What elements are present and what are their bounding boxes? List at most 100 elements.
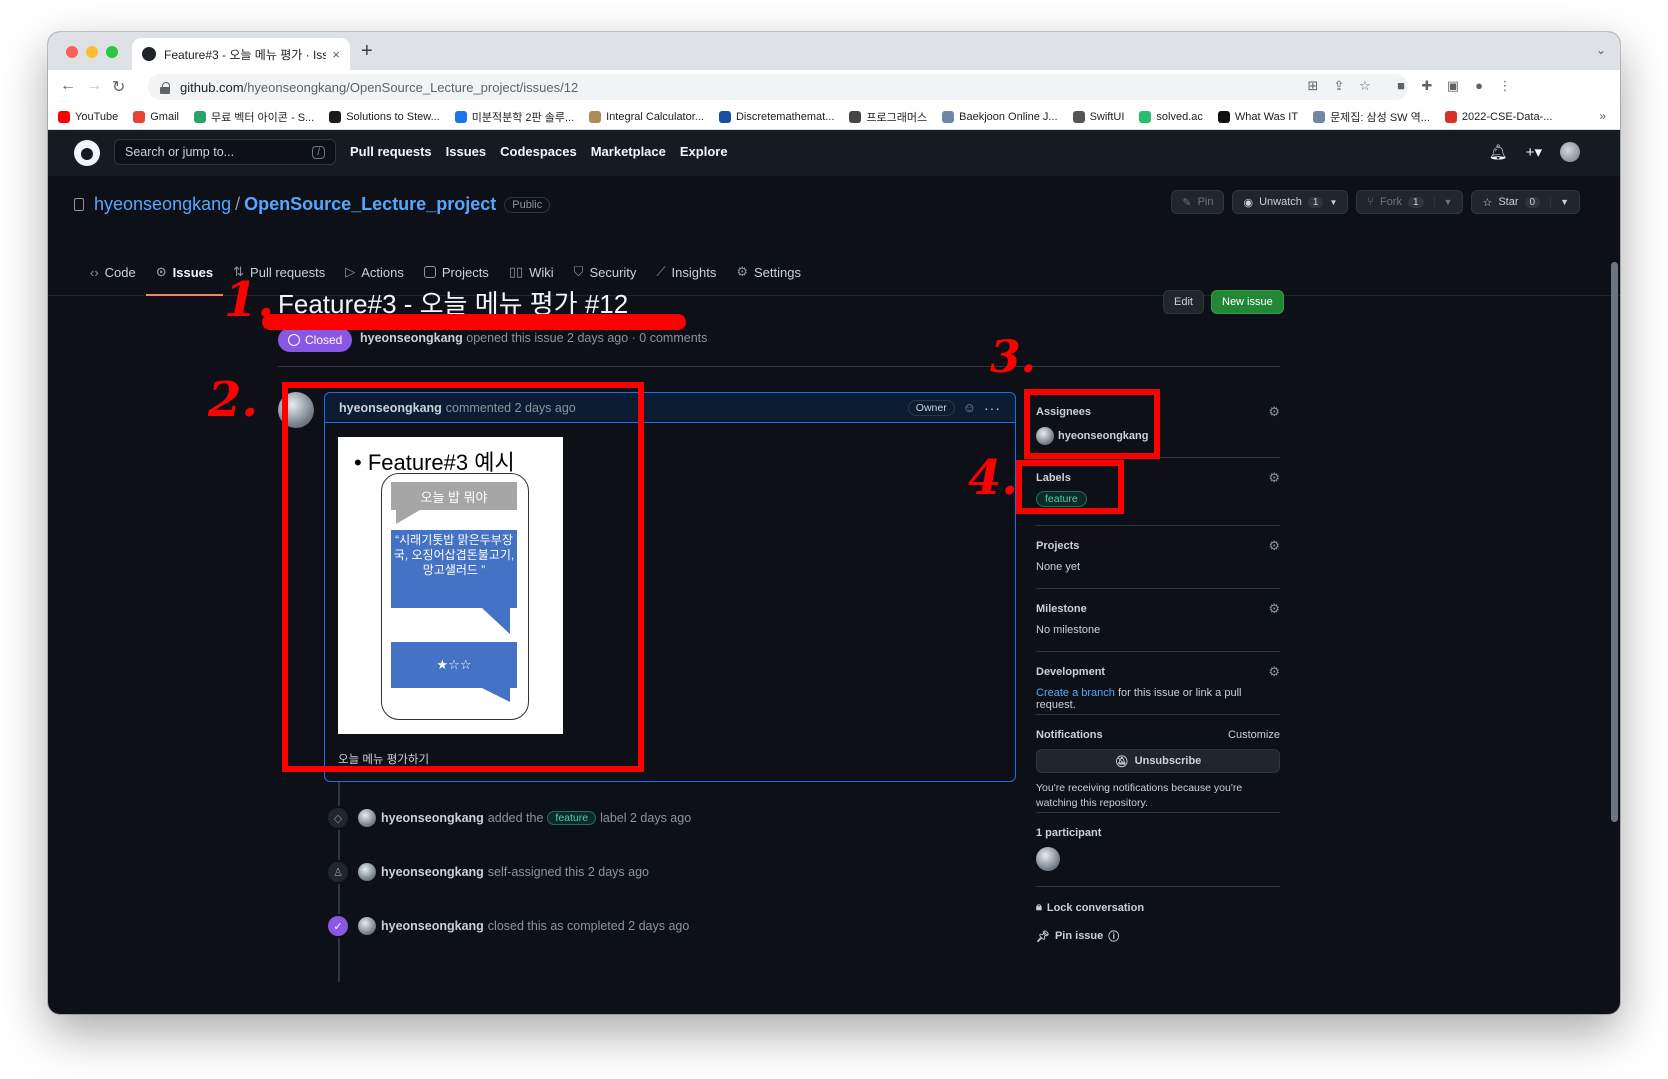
avatar[interactable] — [358, 917, 376, 935]
comment-options-kebab-icon[interactable]: ··· — [984, 400, 1001, 416]
gear-icon[interactable]: ⚙ — [1268, 470, 1280, 486]
table-icon — [423, 266, 436, 278]
fork-dropdown-icon[interactable]: ▼ — [1433, 197, 1452, 207]
unsubscribe-button[interactable]: 🔕︎ Unsubscribe — [1036, 749, 1280, 773]
url-host: github.com — [180, 79, 244, 95]
bookmark-item[interactable]: YouTube — [58, 110, 119, 123]
new-tab-button[interactable]: + — [361, 40, 373, 63]
unwatch-button[interactable]: ◉ Unwatch 1 ▼ — [1232, 190, 1349, 214]
nav-issues[interactable]: Issues — [446, 144, 486, 159]
bookmark-star-icon[interactable]: ☆ — [1358, 79, 1372, 93]
event-text: self-assigned this 2 days ago — [487, 865, 650, 879]
bookmark-item[interactable]: 미분적분학 2판 솔루... — [454, 109, 574, 125]
gear-icon[interactable]: ⚙ — [1268, 538, 1280, 554]
edit-button[interactable]: Edit — [1163, 290, 1204, 314]
event-author-link[interactable]: hyeonseongkang — [381, 919, 484, 933]
address-bar[interactable]: github.com/hyeonseongkang/OpenSource_Lec… — [148, 74, 1408, 100]
browser-tab-active[interactable]: Feature#3 - 오늘 메뉴 평가 · Issu × — [132, 38, 350, 70]
bookmark-item[interactable]: 프로그래머스 — [849, 109, 927, 125]
camera-icon[interactable]: ■ — [1394, 79, 1408, 93]
github-logo-icon[interactable] — [74, 140, 100, 166]
fork-button[interactable]: ⑂ Fork 1 ▼ — [1356, 190, 1464, 214]
github-header: Search or jump to... / Pull requests Iss… — [48, 130, 1620, 176]
forward-arrow-icon[interactable]: → — [86, 77, 102, 95]
avatar[interactable] — [358, 809, 376, 827]
bookmark-favicon-icon — [133, 110, 146, 123]
page-scrollbar[interactable] — [1611, 132, 1618, 952]
gear-icon[interactable]: ⚙ — [1268, 404, 1280, 420]
nav-codespaces[interactable]: Codespaces — [500, 144, 577, 159]
star-dropdown-icon[interactable]: ▼ — [1550, 197, 1569, 207]
nav-explore[interactable]: Explore — [680, 144, 728, 159]
side-panel-icon[interactable]: ▣ — [1446, 79, 1460, 93]
bookmark-item[interactable]: Solutions to Stew... — [329, 110, 440, 123]
share-icon[interactable]: ⇪ — [1332, 79, 1346, 93]
fork-label: Fork — [1379, 196, 1402, 208]
pin-button[interactable]: ✎ Pin — [1171, 190, 1225, 214]
bookmark-label: SwiftUI — [1089, 110, 1125, 123]
bookmark-item[interactable]: Gmail — [133, 110, 179, 123]
tab-search-chevron-icon[interactable]: ⌄ — [1596, 43, 1606, 57]
bookmark-item[interactable]: Discretemathemat... — [718, 110, 834, 123]
bookmark-item[interactable]: What Was IT — [1217, 110, 1298, 123]
translate-icon[interactable]: ⊞ — [1306, 79, 1320, 93]
pin-issue-link[interactable]: 📌︎ Pin issue ⓘ — [1036, 928, 1280, 944]
gear-icon[interactable]: ⚙ — [1268, 601, 1280, 617]
bookmark-item[interactable]: Integral Calculator... — [589, 110, 704, 123]
nav-pull-requests[interactable]: Pull requests — [350, 144, 432, 159]
reload-icon[interactable]: ↻ — [112, 77, 125, 97]
bookmark-label: YouTube — [75, 110, 119, 123]
unsubscribe-label: Unsubscribe — [1134, 755, 1202, 767]
bookmark-item[interactable]: solved.ac — [1139, 110, 1203, 123]
user-avatar[interactable] — [1560, 142, 1580, 162]
star-button[interactable]: ☆ Star 0 ▼ — [1471, 190, 1580, 214]
lock-icon — [160, 81, 170, 94]
create-new-menu[interactable]: +▾ — [1526, 143, 1542, 161]
issue-author-link[interactable]: hyeonseongkang — [360, 331, 463, 345]
bookmark-item[interactable]: 2022-CSE-Data-... — [1444, 110, 1552, 123]
tab-settings[interactable]: ⚙ Settings — [726, 248, 811, 296]
profile-icon[interactable]: ● — [1472, 79, 1486, 93]
new-issue-button[interactable]: New issue — [1211, 290, 1284, 314]
development-title[interactable]: Development — [1036, 652, 1280, 678]
reaction-smiley-icon[interactable]: ☺ — [963, 400, 976, 415]
projects-title[interactable]: Projects — [1036, 526, 1280, 552]
tab-insights[interactable]: ⟋ Insights — [646, 248, 726, 296]
avatar[interactable] — [358, 863, 376, 881]
star-count: 0 — [1524, 196, 1541, 208]
avatar[interactable] — [1036, 847, 1060, 871]
event-author-link[interactable]: hyeonseongkang — [381, 811, 484, 825]
customize-link[interactable]: Customize — [1228, 729, 1280, 741]
nav-marketplace[interactable]: Marketplace — [591, 144, 666, 159]
scrollbar-thumb[interactable] — [1611, 262, 1618, 822]
create-branch-link[interactable]: Create a branch — [1036, 687, 1115, 699]
pin-issue-label: Pin issue — [1054, 930, 1104, 942]
tab-issues[interactable]: ⊙ Issues — [145, 248, 224, 296]
bookmark-item[interactable]: SwiftUI — [1072, 110, 1125, 123]
milestone-title[interactable]: Milestone — [1036, 589, 1280, 615]
extensions-puzzle-icon[interactable]: ✚ — [1420, 79, 1434, 93]
bookmarks-overflow-icon[interactable]: » — [1599, 109, 1606, 123]
notifications-bell-icon[interactable]: 🔔︎ — [1489, 143, 1508, 161]
bookmark-item[interactable]: 문제집: 삼성 SW 역... — [1313, 109, 1430, 125]
gear-icon[interactable]: ⚙ — [1268, 664, 1280, 680]
lock-label: Lock conversation — [1046, 901, 1145, 914]
tab-settings-label: Settings — [753, 264, 801, 280]
lock-conversation-link[interactable]: 🔒︎ Lock conversation — [1036, 901, 1280, 914]
bookmark-item[interactable]: 무료 벡터 아이콘 - S... — [193, 109, 314, 125]
bookmark-item[interactable]: Baekjoon Online J... — [942, 110, 1058, 123]
search-input[interactable]: Search or jump to... / — [114, 139, 336, 165]
projects-value: None yet — [1036, 561, 1081, 573]
minimize-window-button[interactable] — [86, 46, 98, 58]
label-feature[interactable]: feature — [547, 811, 597, 825]
event-author-link[interactable]: hyeonseongkang — [381, 865, 484, 879]
bell-slash-icon: 🔕︎ — [1114, 755, 1129, 768]
repo-owner-link[interactable]: hyeonseongkang — [94, 194, 231, 215]
chrome-menu-icon[interactable]: ⋮ — [1498, 79, 1512, 93]
tab-code[interactable]: ‹› Code — [80, 248, 146, 296]
back-arrow-icon[interactable]: ← — [60, 77, 76, 95]
repo-name-link[interactable]: OpenSource_Lecture_project — [244, 194, 496, 215]
close-window-button[interactable] — [66, 46, 78, 58]
tab-close-icon[interactable]: × — [332, 47, 340, 62]
maximize-window-button[interactable] — [106, 46, 118, 58]
